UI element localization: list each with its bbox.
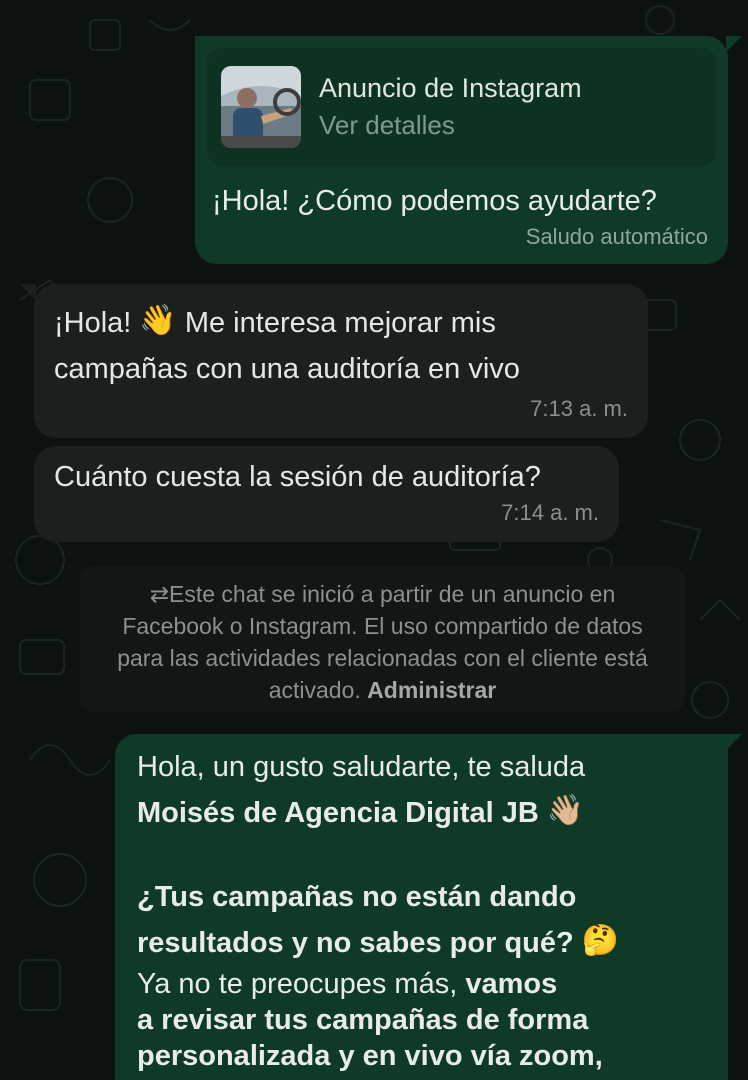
message-bold-text: resultados y no sabes por qué? xyxy=(137,927,574,959)
ad-greeting-bubble[interactable]: Anuncio de Instagram Ver detalles ¡Hola!… xyxy=(195,36,742,264)
message-text: Cuánto cuesta la sesión de auditoría? xyxy=(54,461,541,493)
message-line: Ya no te preocupes más, vamos xyxy=(137,966,706,1002)
message-timestamp: 7:14 a. m. xyxy=(501,500,599,525)
message-bold-text: vamos xyxy=(465,968,558,1000)
incoming-message-bubble[interactable]: Cuánto cuesta la sesión de auditoría? 7:… xyxy=(34,446,619,542)
manage-link[interactable]: Administrar xyxy=(367,677,496,703)
message-line: Hola, un gusto saludarte, te saluda xyxy=(137,751,586,783)
ad-card-title: Anuncio de Instagram xyxy=(319,73,582,103)
message-timestamp: 7:13 a. m. xyxy=(530,396,628,421)
chat-screen: Anuncio de Instagram Ver detalles ¡Hola!… xyxy=(0,0,748,1080)
message-text-part: campañas con una auditoría en vivo xyxy=(54,353,520,385)
message-text: ¡Hola! ¿Cómo podemos ayudarte? xyxy=(212,185,657,217)
ad-thumbnail xyxy=(221,66,301,148)
incoming-message-bubble[interactable]: ¡Hola! 👋 Me interesa mejorar mis campaña… xyxy=(20,284,648,438)
waving-hand-emoji: 👋🏼 xyxy=(546,794,585,828)
auto-greeting-label: Saludo automático xyxy=(525,224,708,249)
message-text-part: ¡Hola! xyxy=(54,307,132,339)
waving-hand-emoji: 👋 xyxy=(139,304,177,338)
message-text: ¡Hola! 👋 Me interesa mejorar mis campaña… xyxy=(54,300,628,392)
message-bold-line: ¿Tus campañas no están dando xyxy=(137,881,577,913)
outgoing-message-bubble[interactable]: Hola, un gusto saludarte, te saluda Mois… xyxy=(115,734,742,1080)
ad-card-details-link[interactable]: Ver detalles xyxy=(319,106,582,144)
message-bold-line: a revisar tus campañas de forma xyxy=(137,1004,589,1036)
ad-origin-notice: ⇄Este chat se inició a partir de un anun… xyxy=(80,566,685,712)
message-bold-line: personalizada y en vivo vía zoom, xyxy=(137,1040,603,1072)
message-line: Moisés de Agencia Digital JB 👋🏼 xyxy=(137,790,706,836)
message-text-part: Me interesa mejorar mis xyxy=(184,307,496,339)
message-text-part: Ya no te preocupes más, xyxy=(137,968,458,1000)
message-bold-text: Moisés de Agencia Digital JB xyxy=(137,797,539,829)
swap-arrows-icon: ⇄ xyxy=(149,581,170,607)
message-line: resultados y no sabes por qué? 🤔 xyxy=(137,920,706,966)
thinking-face-emoji: 🤔 xyxy=(581,924,620,958)
instagram-ad-card[interactable]: Anuncio de Instagram Ver detalles xyxy=(207,48,716,166)
